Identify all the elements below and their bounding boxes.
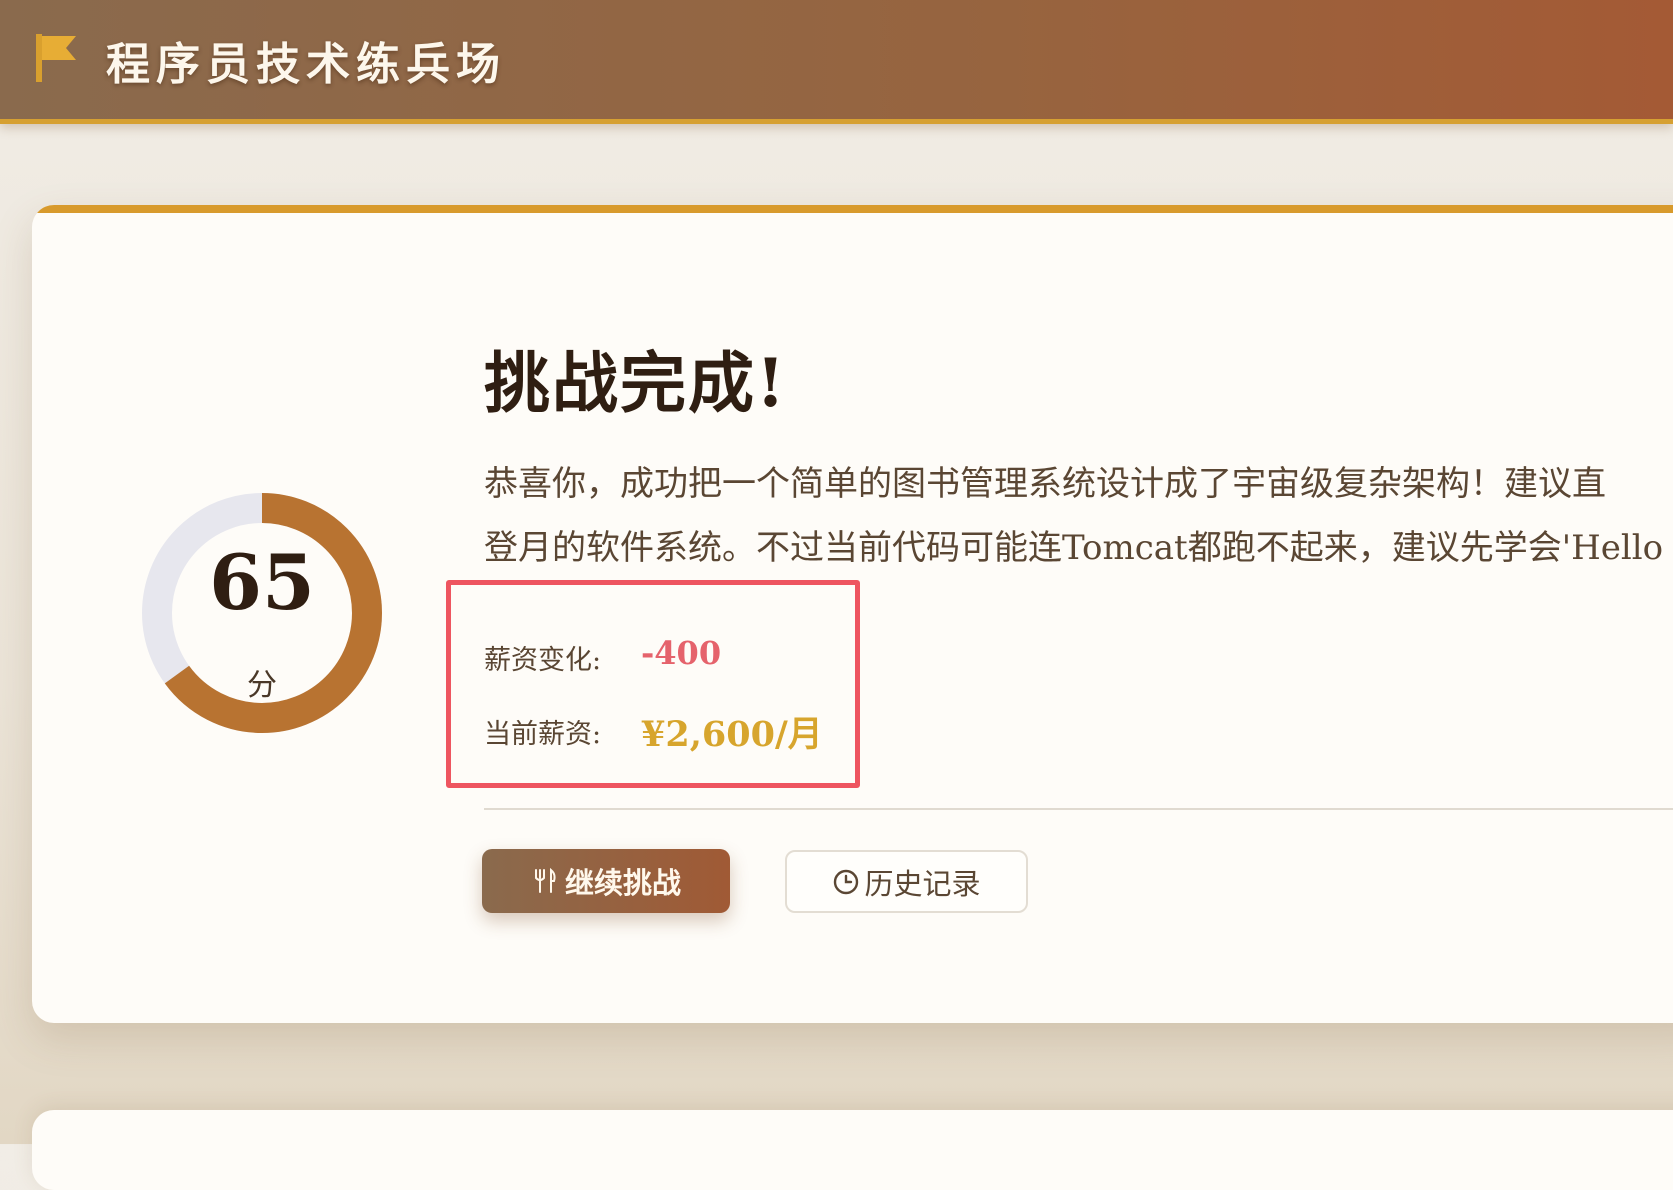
current-salary-value: ¥2,600/月 [641,714,823,755]
divider [484,808,1673,810]
continue-challenge-label: 继续挑战 [564,866,681,900]
salary-change-value: -400 [641,634,722,672]
fork-knife-icon [534,867,556,893]
history-button[interactable]: 历史记录 [785,850,1028,913]
result-description: 恭喜你，成功把一个简单的图书管理系统设计成了宇宙级复杂架构！建议直 登月的软件系… [484,452,1673,580]
description-line-2: 登月的软件系统。不过当前代码可能连Tomcat都跑不起来，建议先学会'Hello [484,528,1664,568]
score-value: 65 [209,538,315,627]
continue-challenge-button[interactable]: 继续挑战 [482,849,730,913]
result-title: 挑战完成! [484,344,787,422]
app-header: 程序员技术练兵场 [0,0,1673,124]
current-salary-label: 当前薪资: [484,719,602,750]
score-unit: 分 [247,668,277,703]
clock-icon [834,869,859,894]
app-title: 程序员技术练兵场 [106,39,506,90]
next-card [32,1110,1673,1190]
flag-icon [36,34,76,82]
card-accent-bar [32,205,1673,213]
salary-change-label: 薪资变化: [484,645,602,676]
history-label: 历史记录 [864,866,981,901]
description-line-1: 恭喜你，成功把一个简单的图书管理系统设计成了宇宙级复杂架构！建议直 [484,464,1606,504]
